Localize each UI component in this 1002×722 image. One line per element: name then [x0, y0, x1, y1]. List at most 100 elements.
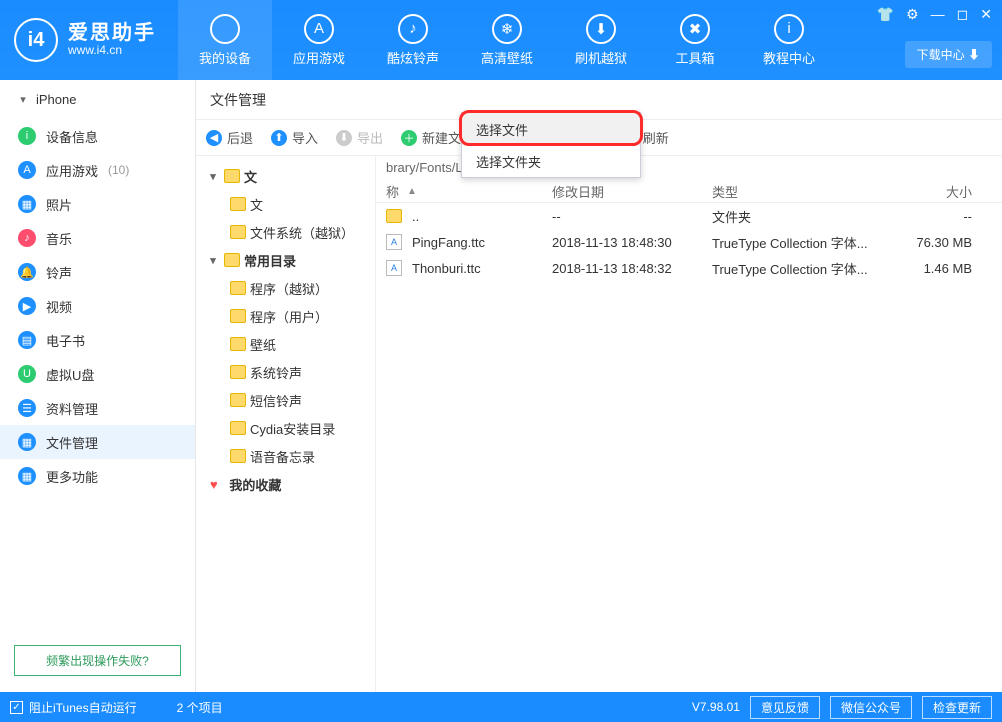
- file-row-parent[interactable]: .. -- 文件夹 --: [376, 203, 1002, 229]
- nav-wallpapers[interactable]: ❄ 高清壁纸: [460, 0, 554, 80]
- folder-icon: [230, 197, 246, 211]
- col-type-header[interactable]: 类型: [712, 182, 912, 201]
- file-type: 文件夹: [712, 207, 912, 226]
- cube-icon: ⬇: [586, 14, 616, 44]
- sidebar-item-label: 设备信息: [46, 127, 98, 146]
- tree-item[interactable]: 短信铃声: [196, 386, 375, 414]
- tree-favorites[interactable]: ♥ 我的收藏: [196, 470, 375, 498]
- export-button[interactable]: ⬇导出: [336, 128, 383, 147]
- maximize-button[interactable]: ◻: [957, 6, 969, 23]
- sidebar-item-photos[interactable]: ▦照片: [0, 187, 195, 221]
- nav-my-device[interactable]: 我的设备: [178, 0, 272, 80]
- tree-item[interactable]: 系统铃声: [196, 358, 375, 386]
- sidebar-item-profile[interactable]: ☰资料管理: [0, 391, 195, 425]
- plus-icon: ＋: [401, 130, 417, 146]
- back-label: 后退: [227, 128, 253, 147]
- folder-icon: [230, 337, 246, 351]
- apps-icon: A: [304, 14, 334, 44]
- chevron-down-icon: ▾: [206, 170, 220, 183]
- folder-icon: [230, 225, 246, 239]
- sidebar-item-more[interactable]: ▦更多功能: [0, 459, 195, 493]
- itunes-checkbox[interactable]: ✓: [10, 701, 23, 714]
- folder-icon: [224, 253, 240, 267]
- usb-icon: U: [18, 365, 36, 383]
- nav-tools[interactable]: ✖ 工具箱: [648, 0, 742, 80]
- back-button[interactable]: ◀ 后退: [206, 128, 253, 147]
- file-date: 2018-11-13 18:48:32: [552, 261, 712, 276]
- device-selector[interactable]: ▾ iPhone: [0, 80, 195, 119]
- video-icon: ▶: [18, 297, 36, 315]
- sidebar-item-device-info[interactable]: i设备信息: [0, 119, 195, 153]
- file-size: --: [912, 209, 992, 224]
- import-button[interactable]: ⬆ 导入: [271, 128, 318, 147]
- items-count: 2 个项目: [177, 699, 223, 716]
- sidebar-item-videos[interactable]: ▶ 视频: [0, 289, 195, 323]
- sidebar-item-apps[interactable]: A应用游戏(10): [0, 153, 195, 187]
- help-button[interactable]: 频繁出现操作失败?: [14, 645, 181, 676]
- sidebar-item-udisk[interactable]: U虚拟U盘: [0, 357, 195, 391]
- sidebar-item-ringtones[interactable]: 🔔铃声: [0, 255, 195, 289]
- tree-label: 程序（用户）: [250, 307, 328, 326]
- folder-icon: [230, 309, 246, 323]
- download-center-button[interactable]: 下载中心 ⬇: [905, 41, 992, 68]
- tree-label: 常用目录: [244, 251, 296, 270]
- settings-icon[interactable]: ⚙: [906, 6, 919, 23]
- sidebar-item-label: 更多功能: [46, 467, 98, 486]
- tree-label: 文件系统（越狱）: [250, 223, 354, 242]
- sidebar-item-label: 视频: [46, 297, 72, 316]
- nav-tutorials[interactable]: i 教程中心: [742, 0, 836, 80]
- tree-label: 系统铃声: [250, 363, 302, 382]
- sidebar-item-music[interactable]: ♪音乐: [0, 221, 195, 255]
- tree-item[interactable]: 壁纸: [196, 330, 375, 358]
- col-name-header[interactable]: 称▲: [386, 182, 552, 201]
- export-icon: ⬇: [336, 130, 352, 146]
- apple-icon: [210, 14, 240, 44]
- folder-icon: [230, 421, 246, 435]
- tree-label: Cydia安装目录: [250, 419, 335, 438]
- check-update-button[interactable]: 检查更新: [922, 696, 992, 719]
- tree-item[interactable]: Cydia安装目录: [196, 414, 375, 442]
- import-dropdown: 选择文件 选择文件夹: [461, 112, 641, 178]
- sidebar-item-label: 资料管理: [46, 399, 98, 418]
- app-header: i4 爱思助手 www.i4.cn 我的设备 A 应用游戏 ♪ 酷炫铃声 ❄ 高…: [0, 0, 1002, 80]
- bell-icon: ♪: [398, 14, 428, 44]
- sidebar-item-file-manager[interactable]: ▦文件管理: [0, 425, 195, 459]
- file-list: brary/Fonts/LanguageSupport 称▲ 修改日期 类型 大…: [376, 156, 1002, 692]
- app-url: www.i4.cn: [68, 44, 156, 57]
- skin-icon[interactable]: 👕: [877, 6, 894, 23]
- import-icon: ⬆: [271, 130, 287, 146]
- menu-select-file[interactable]: 选择文件: [462, 113, 640, 145]
- nav-ringtones[interactable]: ♪ 酷炫铃声: [366, 0, 460, 80]
- minimize-button[interactable]: —: [931, 6, 945, 23]
- tree-root-2[interactable]: ▾常用目录: [196, 246, 375, 274]
- sidebar-item-ebooks[interactable]: ▤电子书: [0, 323, 195, 357]
- back-icon: ◀: [206, 130, 222, 146]
- import-label: 导入: [292, 128, 318, 147]
- tree-item[interactable]: 程序（越狱）: [196, 274, 375, 302]
- col-size-header[interactable]: 大小: [912, 182, 992, 201]
- close-button[interactable]: ✕: [980, 6, 992, 23]
- feedback-button[interactable]: 意见反馈: [750, 696, 820, 719]
- nav-jailbreak[interactable]: ⬇ 刷机越狱: [554, 0, 648, 80]
- bell-icon: 🔔: [18, 263, 36, 281]
- nav-apps[interactable]: A 应用游戏: [272, 0, 366, 80]
- wechat-button[interactable]: 微信公众号: [830, 696, 912, 719]
- font-file-icon: A: [386, 260, 402, 276]
- col-date-header[interactable]: 修改日期: [552, 182, 712, 201]
- tree-root-1[interactable]: ▾文: [196, 162, 375, 190]
- tools-icon: ✖: [680, 14, 710, 44]
- menu-select-folder[interactable]: 选择文件夹: [462, 145, 640, 177]
- tree-item[interactable]: 程序（用户）: [196, 302, 375, 330]
- window-buttons: 👕 ⚙ — ◻ ✕: [877, 6, 992, 23]
- tree-label: 语音备忘录: [250, 447, 315, 466]
- sidebar: ▾ iPhone i设备信息 A应用游戏(10) ▦照片 ♪音乐 🔔铃声 ▶ 视频…: [0, 80, 196, 692]
- tree-item[interactable]: 语音备忘录: [196, 442, 375, 470]
- file-row[interactable]: AThonburi.ttc 2018-11-13 18:48:32 TrueTy…: [376, 255, 1002, 281]
- tree-item[interactable]: 文: [196, 190, 375, 218]
- file-row[interactable]: APingFang.ttc 2018-11-13 18:48:30 TrueTy…: [376, 229, 1002, 255]
- folder-icon: [386, 209, 402, 223]
- sidebar-item-label: 文件管理: [46, 433, 98, 452]
- app-name: 爱思助手: [68, 22, 156, 44]
- tree-item-filesystem[interactable]: 文件系统（越狱）: [196, 218, 375, 246]
- sidebar-item-label: 照片: [46, 195, 72, 214]
